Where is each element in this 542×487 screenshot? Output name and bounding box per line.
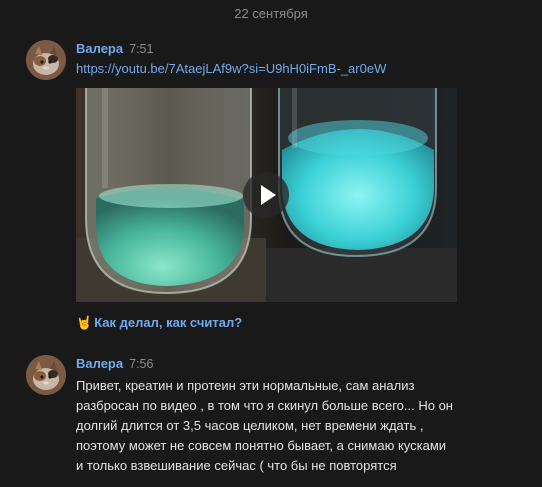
play-button[interactable]: [243, 172, 289, 218]
message-text: Привет, креатин и протеин эти нормальные…: [76, 376, 536, 476]
play-icon: [261, 185, 276, 205]
chat-history: 22 сентября Валера 7:51 https://youtu.be/…: [0, 0, 542, 487]
message-line: поэтому может не совсем понятно бывает, …: [76, 438, 447, 453]
author-name[interactable]: Валера: [76, 41, 123, 56]
video-title-text: Как делал, как считал?: [94, 315, 243, 330]
youtube-link[interactable]: https://youtu.be/7AtaejLAf9w?si=U9hH0iFm…: [76, 61, 386, 76]
message-time[interactable]: 7:51: [129, 42, 153, 56]
author-name[interactable]: Валера: [76, 356, 123, 371]
cat-avatar-icon: [26, 355, 66, 395]
message-line: Привет, креатин и протеин эти нормальные…: [76, 378, 415, 393]
message-line: и только взвешивание сейчас ( что бы не …: [76, 458, 397, 473]
cat-avatar-icon: [26, 40, 66, 80]
message-line: разбросан по видео , в том что я скинул …: [76, 398, 453, 413]
sender-avatar[interactable]: [26, 40, 66, 80]
message-header: Валера 7:51: [76, 41, 153, 57]
date-separator: 22 сентября: [234, 6, 308, 21]
video-preview[interactable]: [76, 88, 457, 302]
sender-avatar[interactable]: [26, 355, 66, 395]
message-time[interactable]: 7:56: [129, 357, 153, 371]
message-line: долгий длится от 3,5 часов целиком, нет …: [76, 418, 424, 433]
message-header: Валера 7:56: [76, 356, 153, 372]
video-title-link[interactable]: 🤘 Как делал, как считал?: [76, 315, 242, 331]
rock-hand-icon: 🤘: [76, 315, 93, 330]
